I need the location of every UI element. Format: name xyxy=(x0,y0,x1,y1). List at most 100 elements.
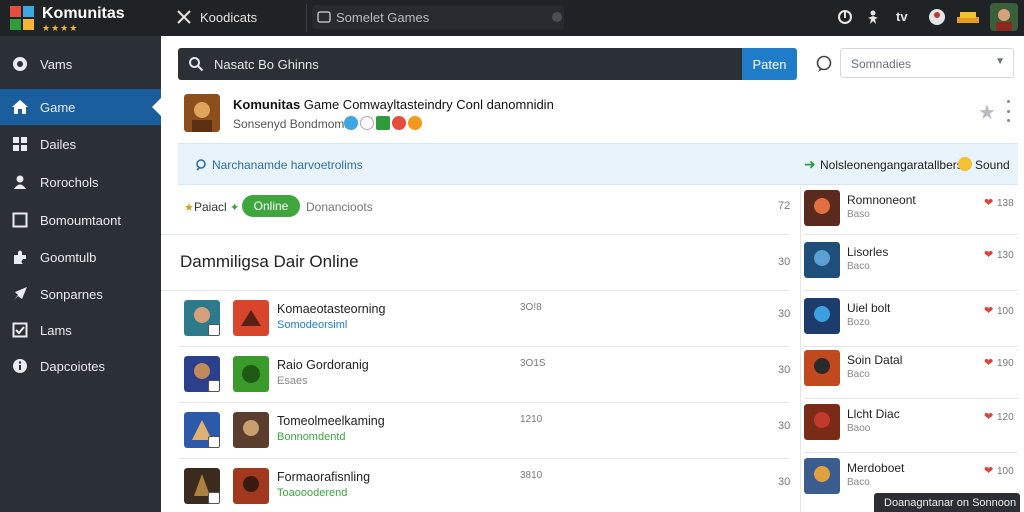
sidebar-item-label: Dailes xyxy=(40,136,77,152)
list-item[interactable]: Raio Gordoranig Esaes 3O1S 30 xyxy=(178,352,790,398)
heart-icon[interactable]: ❤ xyxy=(984,196,993,209)
top-search-field[interactable]: Somelet Games xyxy=(312,5,564,29)
panel-count: 190 xyxy=(997,358,1014,369)
panel-item[interactable]: Lisorles Baco ❤ 130 xyxy=(804,242,1018,284)
game-title[interactable]: Raio Gordoranig xyxy=(277,358,369,372)
check-box-icon xyxy=(10,320,30,340)
sidebar-item-lams[interactable]: Lams xyxy=(0,312,161,348)
panel-thumbnail[interactable] xyxy=(804,458,840,494)
divider xyxy=(178,346,790,347)
top-nav-link[interactable]: Koodicats xyxy=(200,10,257,25)
sidebar-item-label: Goomtulb xyxy=(40,249,97,265)
user-avatar[interactable] xyxy=(990,3,1018,31)
tv-link[interactable]: tv xyxy=(896,9,908,24)
brand-name[interactable]: Komunitas xyxy=(42,5,125,23)
divider xyxy=(804,398,1018,399)
sidebar-item-label: Rorochols xyxy=(40,174,99,190)
game-subtitle[interactable]: Somodeorsiml xyxy=(277,319,347,331)
list-item[interactable]: Formaorafisnling Toaoooderend 3810 30 xyxy=(178,464,790,510)
info-icon xyxy=(10,356,30,376)
sidebar-item-goomtulb[interactable]: Goomtulb xyxy=(0,239,161,275)
list-item[interactable]: Komaeotasteorning Somodeorsiml 3O!8 30 xyxy=(178,296,790,342)
sidebar-item-rorochols[interactable]: Rorochols xyxy=(0,164,161,200)
game-thumbnail[interactable] xyxy=(233,412,269,448)
sidebar-item-vams[interactable]: Vams xyxy=(0,46,161,82)
top-bar: Komunitas ★★★★ Koodicats Somelet Games t… xyxy=(0,0,1024,36)
panel-item[interactable]: Llcht Diac Baoo ❤ 120 xyxy=(804,404,1018,446)
panel-title[interactable]: Llcht Diac xyxy=(847,407,900,421)
sidebar-item-dailes[interactable]: Dailes xyxy=(0,126,161,162)
search-button[interactable]: Paten xyxy=(742,48,797,80)
panel-thumbnail[interactable] xyxy=(804,190,840,226)
panel-item[interactable]: Uiel bolt Bozo ❤ 100 xyxy=(804,298,1018,340)
game-thumbnail[interactable] xyxy=(233,356,269,392)
heart-icon[interactable]: ❤ xyxy=(984,304,993,317)
divider xyxy=(178,458,790,459)
game-thumbnail[interactable] xyxy=(233,468,269,504)
online-filter-button[interactable]: Online xyxy=(242,195,300,217)
panel-title[interactable]: Lisorles xyxy=(847,245,888,259)
figure-icon[interactable] xyxy=(862,6,884,28)
header-badges xyxy=(344,116,422,130)
sidebar-item-dapcoiotes[interactable]: Dapcoiotes xyxy=(0,348,161,384)
filter-label[interactable]: Paiacl xyxy=(194,200,227,214)
sidebar-item-bomoumtaont[interactable]: Bomoumtaont xyxy=(0,202,161,238)
heart-icon[interactable]: ❤ xyxy=(984,410,993,423)
sidebar-item-label: Vams xyxy=(40,56,73,72)
panel-thumbnail[interactable] xyxy=(804,404,840,440)
filter-count: 72 xyxy=(778,200,791,212)
game-title[interactable]: Tomeolmeelkaming xyxy=(277,414,385,428)
sidebar-item-sonparnes[interactable]: Sonparnes xyxy=(0,276,161,312)
heart-icon[interactable]: ❤ xyxy=(984,464,993,477)
gold-bars-icon[interactable] xyxy=(955,6,981,28)
panel-thumbnail[interactable] xyxy=(804,350,840,386)
game-subtitle[interactable]: Toaoooderend xyxy=(277,487,347,499)
heart-icon[interactable]: ❤ xyxy=(984,356,993,369)
panel-title[interactable]: Soin Datal xyxy=(847,353,902,367)
user-badge-icon[interactable] xyxy=(926,6,948,28)
panel-thumbnail[interactable] xyxy=(804,242,840,278)
panel-title[interactable]: Romnoneont xyxy=(847,193,916,207)
sidebar-item-game[interactable]: Game xyxy=(0,89,161,125)
orange-badge-icon xyxy=(408,116,422,130)
bell-icon[interactable] xyxy=(546,6,568,28)
game-title[interactable]: Komaeotasteorning xyxy=(277,302,385,316)
game-thumbnail[interactable] xyxy=(233,300,269,336)
sidebar-item-label: Game xyxy=(40,99,76,115)
favorite-star-icon[interactable]: ★ xyxy=(978,100,996,125)
panel-title[interactable]: Uiel bolt xyxy=(847,301,890,315)
sidebar: Vams Game Dailes Rorochols Bomoumtaont G… xyxy=(0,36,161,512)
game-subtitle[interactable]: Esaes xyxy=(277,375,308,387)
game-title[interactable]: Formaorafisnling xyxy=(277,470,370,484)
search-input[interactable] xyxy=(214,48,734,80)
game-count: 30 xyxy=(778,476,791,488)
red-badge-icon xyxy=(392,116,406,130)
panel-subtitle: Baco xyxy=(847,477,870,488)
power-icon[interactable] xyxy=(834,6,856,28)
heart-icon[interactable]: ❤ xyxy=(984,248,993,261)
chat-bubble-icon[interactable] xyxy=(814,54,834,74)
chat-toast[interactable]: Doanagntanar on Sonnoon xyxy=(874,493,1020,512)
panel-item[interactable]: Soin Datal Baco ❤ 190 xyxy=(804,350,1018,392)
more-options-icon[interactable] xyxy=(1004,100,1012,122)
notice-link[interactable]: Narchanamde harvoetrolims xyxy=(212,158,363,172)
game-subtitle[interactable]: Bonnomdentd xyxy=(277,431,346,443)
panel-thumbnail[interactable] xyxy=(804,298,840,334)
crossed-swords-icon[interactable] xyxy=(176,9,192,25)
panel-subtitle: Baco xyxy=(847,261,870,272)
sidebar-item-label: Lams xyxy=(40,322,72,338)
panel-title[interactable]: Merdoboet xyxy=(847,461,904,475)
panel-count: 138 xyxy=(997,198,1014,209)
logo-icon[interactable] xyxy=(8,4,36,32)
sidebar-item-label: Bomoumtaont xyxy=(40,212,121,228)
community-header-card: Komunitas Game Comwayltasteindry Conl da… xyxy=(178,90,1018,140)
list-item[interactable]: Tomeolmeelkaming Bonnomdentd 1210 30 xyxy=(178,408,790,454)
panel-count: 100 xyxy=(997,306,1014,317)
section-count: 30 xyxy=(778,256,791,268)
filter-more-link[interactable]: Donancioots xyxy=(306,200,373,214)
sort-dropdown[interactable]: Somnadies ▼ xyxy=(840,48,1014,78)
community-thumbnail[interactable] xyxy=(184,94,220,132)
sound-link[interactable]: Sound xyxy=(975,158,1010,172)
panel-item[interactable]: Romnoneont Baso ❤ 138 xyxy=(804,190,1018,232)
notice-right-text[interactable]: Nolsleonengangaratallbers xyxy=(820,158,963,172)
